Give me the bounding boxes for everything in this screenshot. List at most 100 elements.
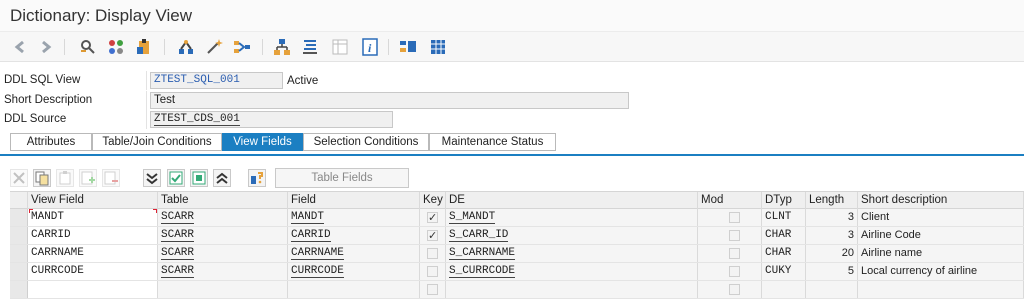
- back-icon[interactable]: [10, 37, 30, 57]
- grid-toolbar: Table Fields: [0, 163, 1024, 191]
- table-row[interactable]: MANDT SCARR MANDT S_MANDT CLNT 3 Client: [10, 209, 1024, 227]
- table-row[interactable]: [10, 281, 1024, 299]
- table-cell[interactable]: SCARR: [158, 209, 288, 226]
- tab-table-join-conditions[interactable]: Table/Join Conditions: [92, 133, 222, 151]
- activate-icon[interactable]: [176, 37, 196, 57]
- length-cell: 20: [806, 245, 858, 262]
- status-text: Active: [287, 75, 319, 87]
- row-selector-header[interactable]: [10, 192, 28, 209]
- row-selector[interactable]: [10, 209, 28, 226]
- key-checkbox[interactable]: [427, 266, 438, 277]
- data-element-value: S_CARRNAME: [449, 247, 516, 260]
- data-element-cell[interactable]: S_MANDT: [446, 209, 698, 226]
- key-checkbox[interactable]: [427, 210, 438, 226]
- view-field-cell[interactable]: CARRNAME: [28, 245, 158, 262]
- table-value: SCARR: [161, 265, 195, 278]
- column-header-short-description[interactable]: Short description: [858, 192, 1024, 209]
- select-all-icon[interactable]: [167, 169, 185, 187]
- delete-row-icon[interactable]: [10, 169, 28, 187]
- magic-wand-icon[interactable]: [204, 37, 224, 57]
- table-row[interactable]: CURRCODE SCARR CURRCODE S_CURRCODE CUKY …: [10, 263, 1024, 281]
- table-row[interactable]: CARRNAME SCARR CARRNAME S_CARRNAME CHAR …: [10, 245, 1024, 263]
- length-cell: [806, 281, 858, 298]
- tab-view-fields[interactable]: View Fields: [222, 133, 303, 151]
- row-selector[interactable]: [10, 263, 28, 280]
- display-object-list-icon[interactable]: [300, 37, 320, 57]
- key-checkbox[interactable]: [427, 284, 438, 295]
- deselect-all-icon[interactable]: [190, 169, 208, 187]
- grid-icon[interactable]: [428, 37, 448, 57]
- layout-icon[interactable]: [398, 37, 418, 57]
- mod-checkbox[interactable]: [729, 284, 740, 295]
- field-cell[interactable]: CARRNAME: [288, 245, 420, 262]
- column-header-table[interactable]: Table: [158, 192, 288, 209]
- table-row[interactable]: CARRID SCARR CARRID S_CARR_ID CHAR 3 Air…: [10, 227, 1024, 245]
- key-checkbox[interactable]: [427, 248, 438, 259]
- ddl-source-value: ZTEST_CDS_001: [154, 113, 240, 126]
- column-header-view-field[interactable]: View Field: [28, 192, 158, 209]
- tab-strip: Attributes Table/Join Conditions View Fi…: [0, 131, 1024, 157]
- view-field-value: MANDT: [31, 211, 65, 223]
- view-field-cell[interactable]: [28, 281, 158, 298]
- mod-checkbox[interactable]: [729, 248, 740, 259]
- key-cell: [420, 263, 446, 280]
- table-cell[interactable]: SCARR: [158, 245, 288, 262]
- ddl-source-field[interactable]: ZTEST_CDS_001: [150, 111, 393, 128]
- column-header-de[interactable]: DE: [446, 192, 698, 209]
- key-checkbox[interactable]: [427, 228, 438, 244]
- ddl-sql-view-field[interactable]: ZTEST_SQL_001: [150, 72, 283, 89]
- table-icon[interactable]: [330, 37, 350, 57]
- row-selector[interactable]: [10, 245, 28, 262]
- check-icon[interactable]: [134, 37, 154, 57]
- short-description-label: Short Description: [4, 94, 93, 106]
- short-description-field[interactable]: Test: [150, 92, 629, 109]
- data-element-cell[interactable]: [446, 281, 698, 298]
- table-cell[interactable]: SCARR: [158, 227, 288, 244]
- field-cell[interactable]: CARRID: [288, 227, 420, 244]
- length-cell: 3: [806, 227, 858, 244]
- dtyp-cell: CHAR: [762, 227, 806, 244]
- column-header-field[interactable]: Field: [288, 192, 420, 209]
- view-field-cell[interactable]: MANDT: [28, 209, 158, 226]
- field-cell[interactable]: [288, 281, 420, 298]
- mod-checkbox[interactable]: [729, 212, 740, 223]
- tab-attributes[interactable]: Attributes: [10, 133, 92, 151]
- key-cell: [420, 209, 446, 226]
- window-title: Dictionary: Display View: [10, 6, 193, 25]
- expand-all-icon[interactable]: [143, 169, 161, 187]
- field-cell[interactable]: MANDT: [288, 209, 420, 226]
- view-field-cell[interactable]: CARRID: [28, 227, 158, 244]
- forward-icon[interactable]: [36, 37, 56, 57]
- column-header-mod[interactable]: Mod: [698, 192, 762, 209]
- view-field-cell[interactable]: CURRCODE: [28, 263, 158, 280]
- row-selector[interactable]: [10, 227, 28, 244]
- hierarchy-icon[interactable]: [272, 37, 292, 57]
- data-element-cell[interactable]: S_CURRCODE: [446, 263, 698, 280]
- row-selector[interactable]: [10, 281, 28, 298]
- search-help-icon[interactable]: [248, 169, 266, 187]
- column-header-length[interactable]: Length: [806, 192, 858, 209]
- tab-maintenance-status[interactable]: Maintenance Status: [429, 133, 556, 151]
- where-used-icon[interactable]: [232, 37, 252, 57]
- info-icon[interactable]: i: [360, 37, 380, 57]
- mod-checkbox[interactable]: [729, 230, 740, 241]
- field-cell[interactable]: CURRCODE: [288, 263, 420, 280]
- mod-checkbox[interactable]: [729, 266, 740, 277]
- insert-row-icon[interactable]: [79, 169, 97, 187]
- copy-icon[interactable]: [33, 169, 51, 187]
- column-header-dtyp[interactable]: DTyp: [762, 192, 806, 209]
- paste-icon[interactable]: [56, 169, 74, 187]
- other-object-icon[interactable]: [106, 37, 126, 57]
- display-change-icon[interactable]: [78, 37, 98, 57]
- data-element-cell[interactable]: S_CARRNAME: [446, 245, 698, 262]
- view-field-value: CURRCODE: [31, 265, 84, 277]
- remove-row-icon[interactable]: [102, 169, 120, 187]
- collapse-all-icon[interactable]: [213, 169, 231, 187]
- column-header-key[interactable]: Key: [420, 192, 446, 209]
- focus-corner-marker: [153, 209, 157, 213]
- table-cell[interactable]: SCARR: [158, 263, 288, 280]
- table-cell[interactable]: [158, 281, 288, 298]
- table-fields-button[interactable]: Table Fields: [275, 168, 409, 188]
- tab-selection-conditions[interactable]: Selection Conditions: [303, 133, 429, 151]
- data-element-cell[interactable]: S_CARR_ID: [446, 227, 698, 244]
